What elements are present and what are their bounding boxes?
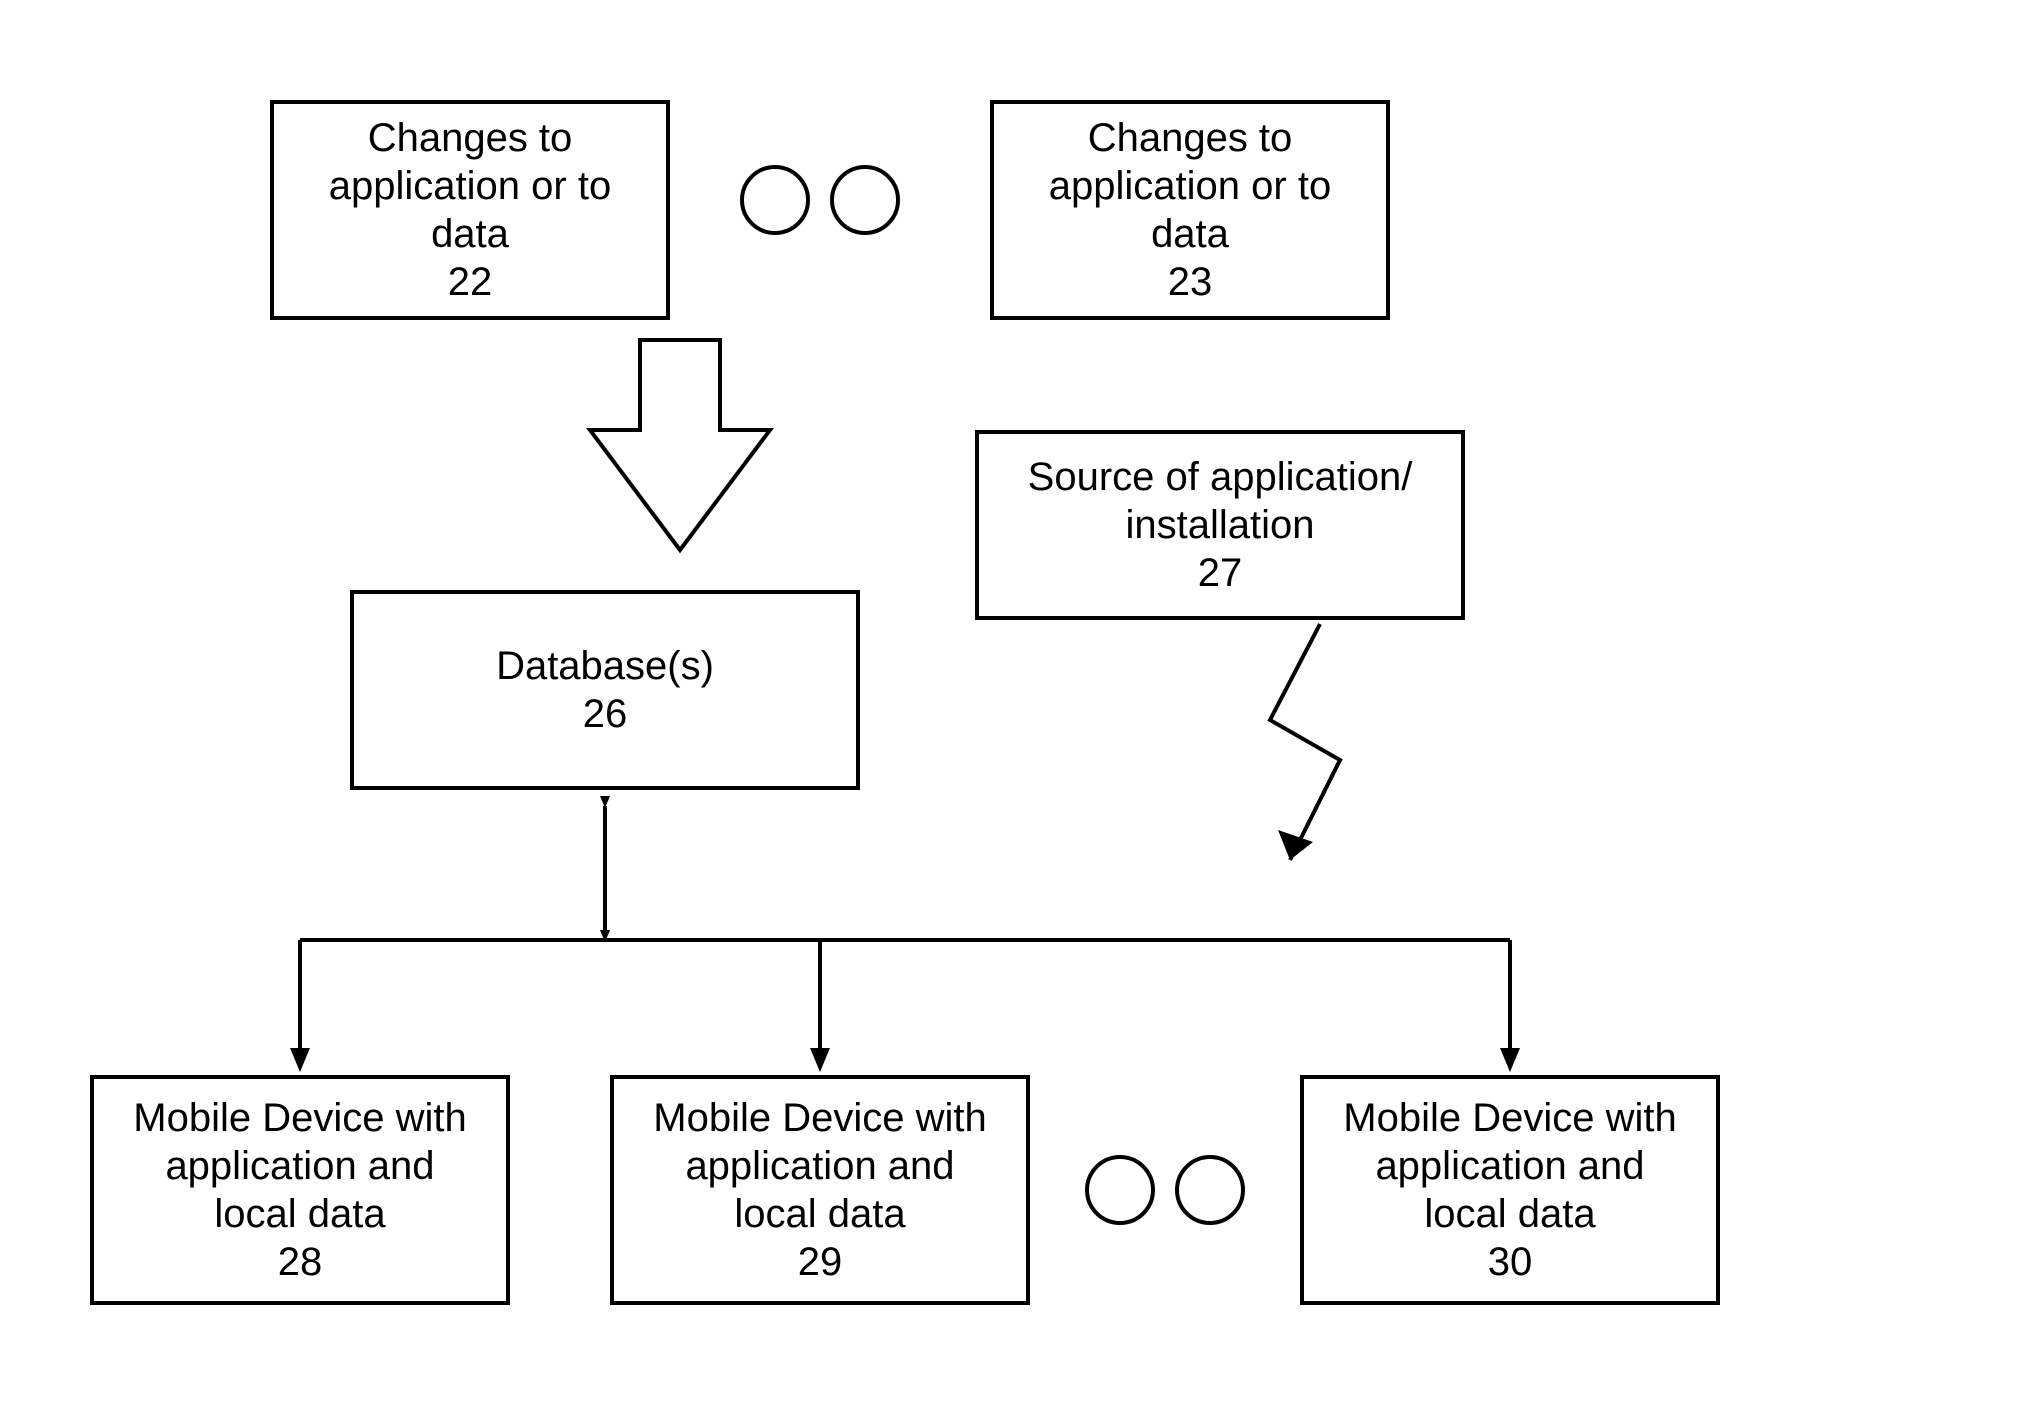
- ellipsis-circle: [1175, 1155, 1245, 1225]
- text-line: application or to: [329, 162, 611, 210]
- big-hollow-arrow-icon: [590, 340, 770, 550]
- text-line: Source of application/: [1028, 453, 1413, 501]
- text-line: local data: [214, 1190, 385, 1238]
- text-line: data: [431, 210, 509, 258]
- text-line: application and: [165, 1142, 434, 1190]
- text-line: 30: [1488, 1238, 1533, 1286]
- diagram-canvas: Changes to application or to data 22 Cha…: [0, 0, 2037, 1427]
- text-line: Mobile Device with: [1343, 1094, 1676, 1142]
- text-line: 23: [1168, 258, 1213, 306]
- text-line: 26: [583, 690, 628, 738]
- box-changes-23: Changes to application or to data 23: [990, 100, 1390, 320]
- text-line: Changes to: [1088, 114, 1293, 162]
- text-line: data: [1151, 210, 1229, 258]
- text-line: 27: [1198, 549, 1243, 597]
- ellipsis-circle: [1085, 1155, 1155, 1225]
- box-source-27: Source of application/ installation 27: [975, 430, 1465, 620]
- text-line: 22: [448, 258, 493, 306]
- box-mobile-28: Mobile Device with application and local…: [90, 1075, 510, 1305]
- text-line: local data: [1424, 1190, 1595, 1238]
- ellipsis-circle: [740, 165, 810, 235]
- text-line: installation: [1125, 501, 1314, 549]
- text-line: Mobile Device with: [653, 1094, 986, 1142]
- box-database-26: Database(s) 26: [350, 590, 860, 790]
- text-line: Database(s): [496, 642, 714, 690]
- text-line: 28: [278, 1238, 323, 1286]
- text-line: application or to: [1049, 162, 1331, 210]
- text-line: local data: [734, 1190, 905, 1238]
- text-line: 29: [798, 1238, 843, 1286]
- zigzag-arrow-icon: [1270, 624, 1340, 860]
- text-line: application and: [685, 1142, 954, 1190]
- box-changes-22: Changes to application or to data 22: [270, 100, 670, 320]
- text-line: Changes to: [368, 114, 573, 162]
- box-mobile-29: Mobile Device with application and local…: [610, 1075, 1030, 1305]
- ellipsis-circle: [830, 165, 900, 235]
- text-line: application and: [1375, 1142, 1644, 1190]
- text-line: Mobile Device with: [133, 1094, 466, 1142]
- box-mobile-30: Mobile Device with application and local…: [1300, 1075, 1720, 1305]
